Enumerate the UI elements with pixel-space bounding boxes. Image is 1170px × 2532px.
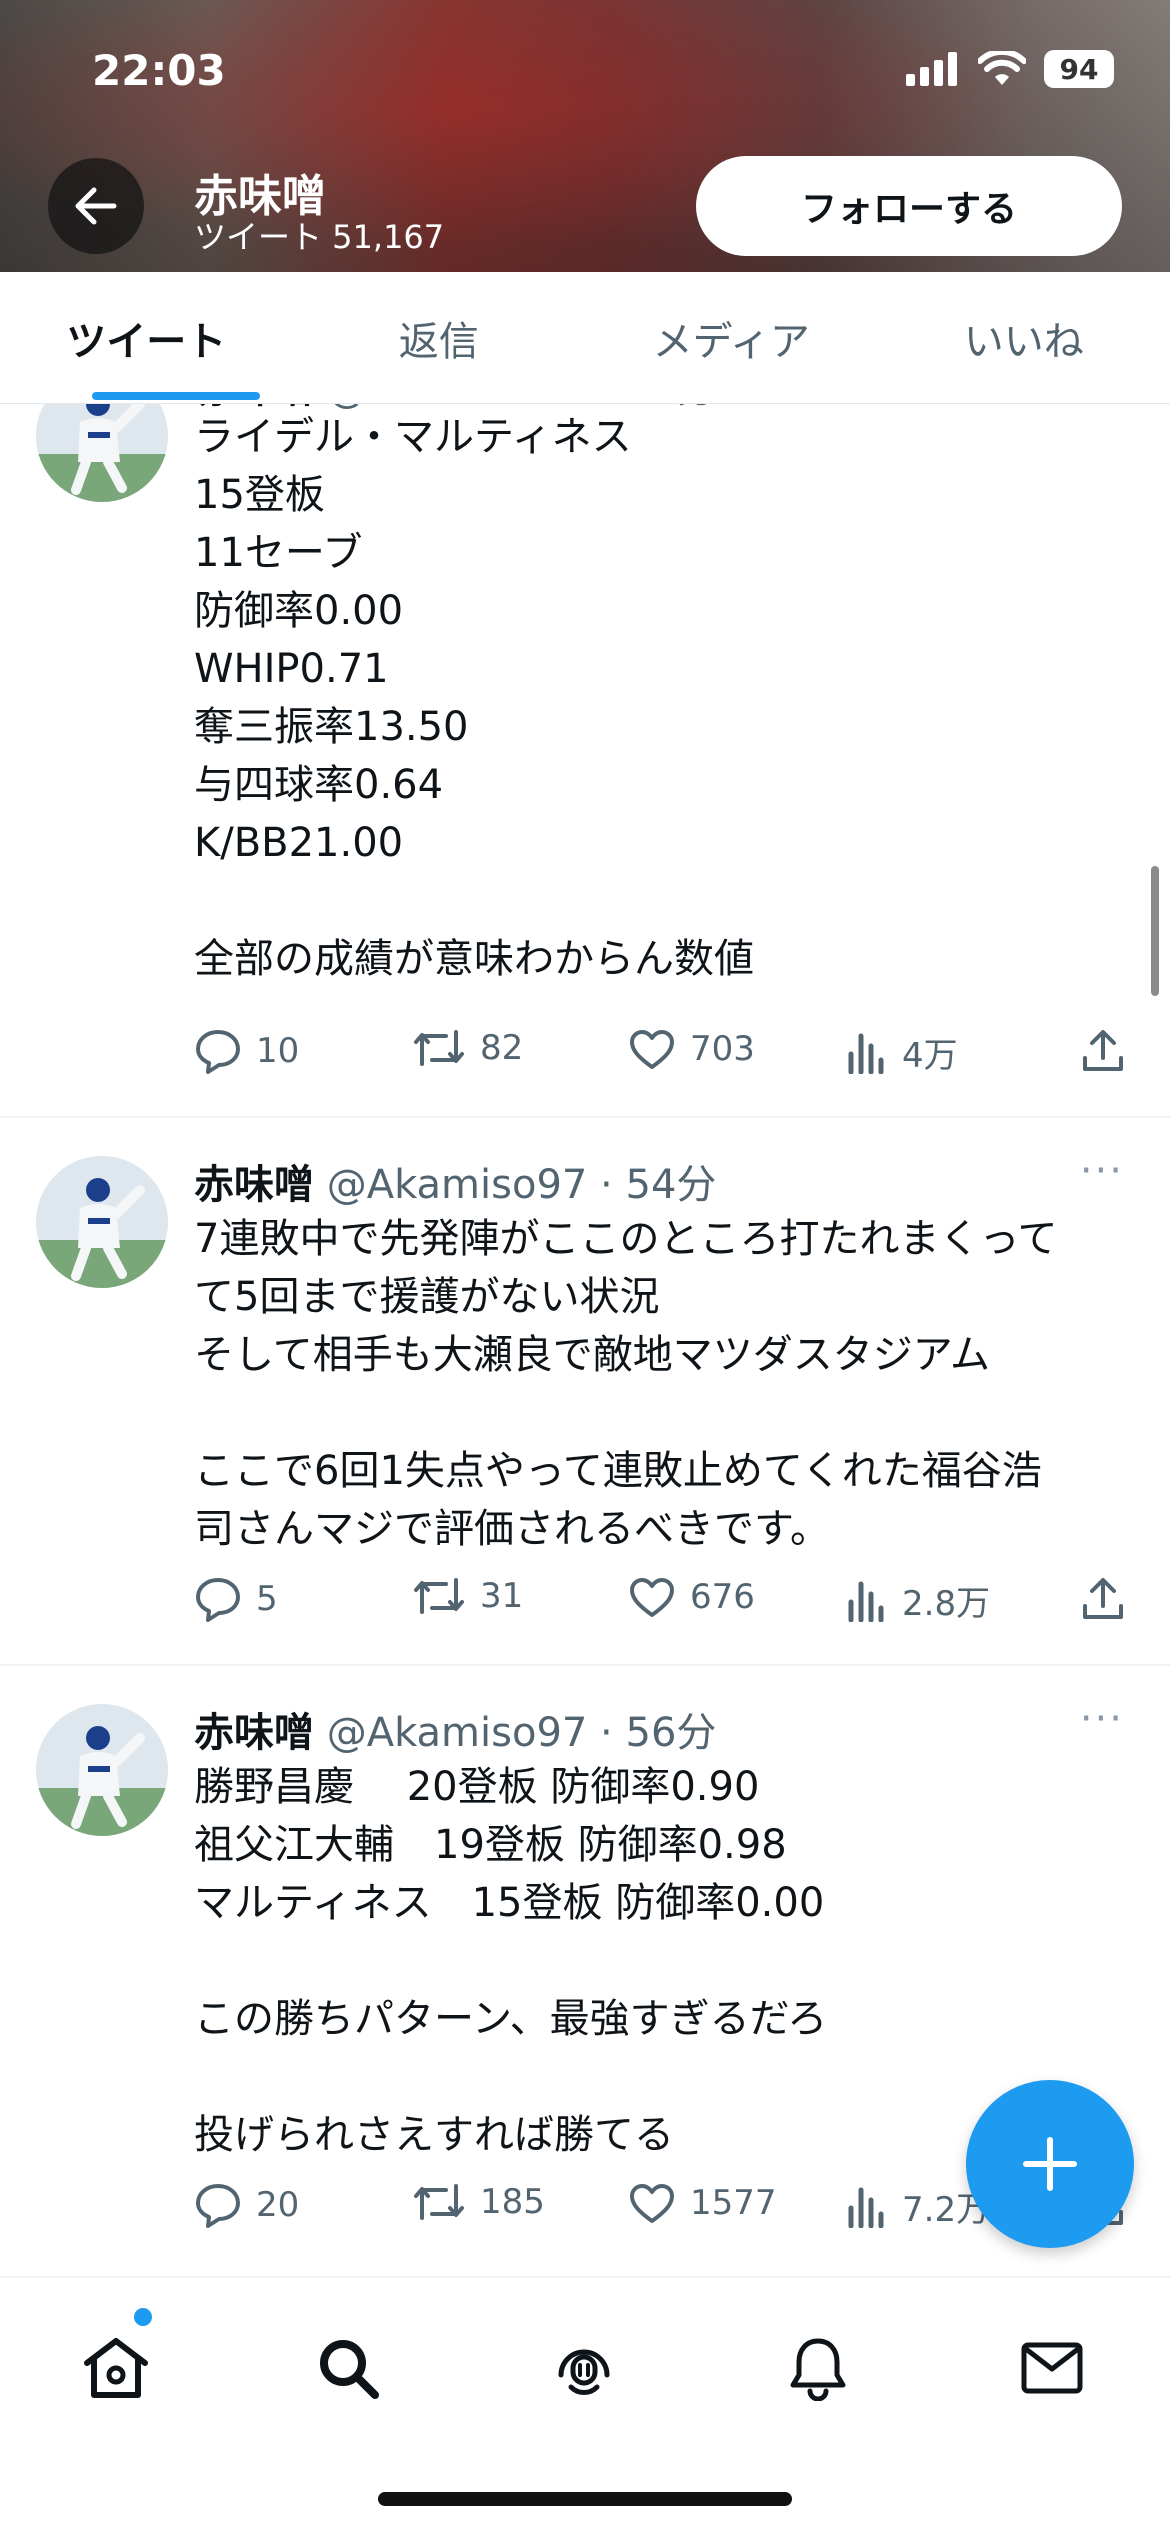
like-button[interactable]: 1577 [628,2182,777,2224]
views-button[interactable]: 7.2万 [846,2182,990,2231]
battery-indicator: 94 [1044,50,1114,88]
tweet[interactable]: 赤味噌 @Akamiso97 · 47分 ライデル・マルティネス 15登板 11… [0,404,1170,1118]
reply-icon [196,1578,240,1622]
reply-button[interactable]: 5 [194,1576,278,1622]
profile-tabs: ツイート 返信 メディア いいね [0,272,1170,404]
spaces-icon [558,2349,610,2395]
tab-tweets[interactable]: ツイート [0,272,293,403]
status-icons: 94 [906,50,1114,88]
views-count: 2.8万 [902,1584,991,1624]
views-button[interactable]: 4万 [846,1028,958,1077]
reply-button[interactable]: 10 [194,1028,299,1074]
bell-icon [790,2338,846,2401]
retweet-count: 82 [480,1028,524,1068]
more-options-button[interactable]: ··· [1080,1696,1124,1742]
tweet[interactable]: 赤味噌 @Akamiso97 · 54分 ··· 7連敗中で先発陣がここのところ… [0,1118,1170,1666]
tab-media[interactable]: メディア [585,272,878,403]
nav-messages[interactable] [1004,2320,1100,2416]
tab-replies[interactable]: 返信 [293,272,586,403]
reply-icon [196,1030,240,1074]
like-count: 703 [690,1029,755,1069]
analytics-icon [848,1033,884,1074]
compose-tweet-button[interactable] [966,2080,1134,2248]
reply-button[interactable]: 20 [194,2182,299,2228]
retweet-count: 31 [480,1576,524,1616]
retweet-button[interactable]: 31 [412,1576,523,1616]
tweet-header: 赤味噌 @Akamiso97 · 54分 [194,1152,716,1210]
retweet-count: 185 [480,2182,545,2222]
like-button[interactable]: 703 [628,1028,755,1070]
search-icon [320,2340,379,2399]
tab-likes[interactable]: いいね [878,272,1170,403]
nav-home[interactable] [68,2320,164,2416]
back-button[interactable] [48,158,144,254]
tweet-handle-time: @Akamiso97 · 56分 [326,1710,717,1756]
active-tab-indicator [92,392,260,400]
tweet-feed[interactable]: 赤味噌 @Akamiso97 · 47分 ライデル・マルティネス 15登板 11… [0,404,1170,2270]
avatar[interactable] [36,1704,168,1836]
share-button[interactable] [1080,1028,1126,1074]
mail-icon [1021,2342,1083,2394]
notification-dot [134,2308,152,2326]
nav-spaces[interactable] [536,2320,632,2416]
profile-header-banner: 22:03 94 赤味噌 ツイート 51,167 フォローする [0,0,1170,272]
share-button[interactable] [1080,1576,1126,1622]
retweet-icon [414,1030,464,1066]
analytics-icon [848,1581,884,1622]
plus-icon [1023,2137,1077,2191]
tweet-text: 7連敗中で先発陣がここのところ打たれまくって て5回まで援護がない状況 そして相… [194,1216,1058,1552]
heart-icon [630,2184,674,2223]
tweet-header: 赤味噌 @Akamiso97 · 56分 [194,1700,716,1758]
like-count: 676 [690,1577,755,1617]
avatar[interactable] [36,1156,168,1288]
analytics-icon [848,2187,884,2228]
scroll-indicator[interactable] [1151,866,1159,996]
tweet-actions: 5 31 676 2.8万 [194,1576,1130,1632]
nav-search[interactable] [300,2320,396,2416]
like-count: 1577 [690,2183,777,2223]
home-indicator [378,2492,792,2506]
reply-icon [196,2184,240,2228]
status-time: 22:03 [92,46,226,95]
tweet-text: ライデル・マルティネス 15登板 11セーブ 防御率0.00 WHIP0.71 … [194,414,754,982]
more-options-button[interactable]: ··· [1080,1148,1124,1194]
reply-count: 5 [256,1579,278,1619]
share-icon [1083,1030,1123,1071]
retweet-button[interactable]: 82 [412,1028,523,1068]
follow-button[interactable]: フォローする [696,156,1122,256]
retweet-icon [414,2184,464,2220]
tweet-actions: 10 82 703 4万 [194,1028,1130,1084]
signal-icon [906,52,957,86]
home-icon [84,2338,148,2398]
reply-count: 20 [256,2185,300,2225]
views-count: 4万 [902,1036,958,1076]
like-button[interactable]: 676 [628,1576,755,1618]
wifi-icon [978,51,1026,85]
tweet-author-name[interactable]: 赤味噌 [194,1162,314,1208]
retweet-icon [414,1578,464,1614]
arrow-left-icon [75,187,117,225]
reply-count: 10 [256,1031,300,1071]
nav-notifications[interactable] [770,2320,866,2416]
share-icon [1083,1578,1123,1619]
avatar[interactable] [36,404,168,502]
views-button[interactable]: 2.8万 [846,1576,990,1625]
tweet-count: ツイート 51,167 [194,218,445,256]
retweet-button[interactable]: 185 [412,2182,545,2222]
heart-icon [630,1578,674,1617]
heart-icon [630,1030,674,1069]
tweet-handle-time: @Akamiso97 · 54分 [326,1162,717,1208]
tweet-author-name[interactable]: 赤味噌 [194,1710,314,1756]
